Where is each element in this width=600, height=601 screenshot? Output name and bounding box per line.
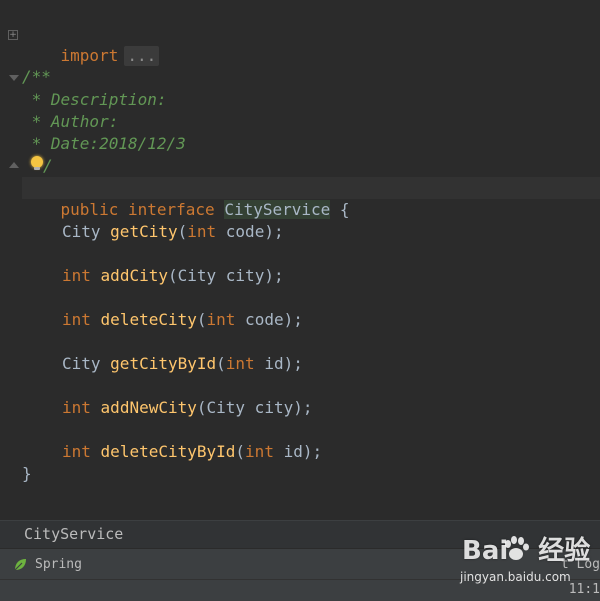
spring-leaf-icon	[14, 559, 26, 571]
method-line: int addNewCity(City city);	[62, 397, 312, 419]
doc-comment-date: * Date:2018/12/3	[22, 134, 186, 153]
public-keyword: public	[60, 200, 119, 219]
fold-expand-icon[interactable]: +	[8, 30, 18, 40]
method-name[interactable]: getCity	[110, 222, 177, 241]
param-type: City	[177, 266, 217, 285]
baidu-watermark: Bai 经验 jingyan.baidu.com	[450, 530, 600, 590]
method-name[interactable]: addCity	[101, 266, 168, 285]
open-paren: (	[235, 442, 246, 461]
open-paren: (	[216, 354, 226, 373]
interface-declaration: public interface CityService {	[22, 177, 350, 219]
param-name: city);	[245, 398, 313, 417]
import-fold-placeholder[interactable]: ...	[124, 46, 160, 66]
param-type: int	[225, 354, 255, 373]
method-return-type: int	[62, 310, 91, 329]
close-brace: }	[22, 464, 32, 483]
param-type: City	[206, 398, 246, 417]
method-name[interactable]: deleteCityById	[101, 442, 236, 461]
param-name: code);	[235, 310, 303, 329]
open-paren: (	[167, 266, 178, 285]
method-name[interactable]: getCityById	[110, 354, 216, 373]
method-name[interactable]: deleteCity	[101, 310, 197, 329]
method-return-type: int	[62, 442, 91, 461]
method-return-type: City	[62, 222, 101, 241]
param-name: id);	[254, 354, 303, 373]
param-type: int	[206, 310, 236, 329]
param-name: code);	[216, 222, 284, 241]
import-line: import...	[22, 23, 160, 66]
method-line: City getCityById(int id);	[62, 353, 303, 375]
method-line: int addCity(City city);	[62, 265, 284, 287]
open-paren: (	[196, 398, 207, 417]
lightbulb-icon[interactable]	[31, 156, 43, 170]
open-paren: (	[196, 310, 207, 329]
interface-keyword: interface	[127, 200, 215, 219]
interface-name[interactable]: CityService	[224, 200, 331, 219]
paw-icon	[505, 536, 529, 560]
doc-comment-close: /	[43, 156, 53, 175]
param-type: int	[187, 222, 217, 241]
doc-comment-description: * Description:	[22, 90, 167, 109]
doc-comment-author: * Author:	[22, 112, 119, 131]
fold-end-icon[interactable]	[9, 162, 19, 168]
param-type: int	[245, 442, 274, 461]
spring-tool-button[interactable]: Spring	[35, 557, 82, 572]
code-editor[interactable]: + import... /** * Description: * Author:…	[0, 0, 600, 520]
param-name: city);	[216, 266, 284, 285]
method-line: int deleteCityById(int id);	[62, 441, 322, 463]
method-return-type: int	[62, 266, 91, 285]
method-name[interactable]: addNewCity	[101, 398, 197, 417]
open-paren: (	[177, 222, 188, 241]
import-keyword: import	[60, 46, 119, 65]
method-line: City getCity(int code);	[62, 221, 284, 243]
param-name: id);	[273, 442, 323, 461]
method-line: int deleteCity(int code);	[62, 309, 303, 331]
fold-collapse-icon[interactable]	[9, 75, 19, 81]
method-return-type: int	[62, 398, 91, 417]
method-return-type: City	[62, 354, 101, 373]
open-brace: {	[330, 200, 350, 219]
breadcrumb-item[interactable]: CityService	[24, 525, 123, 543]
doc-comment-open: /**	[22, 67, 51, 86]
watermark-url: jingyan.baidu.com	[460, 570, 571, 584]
